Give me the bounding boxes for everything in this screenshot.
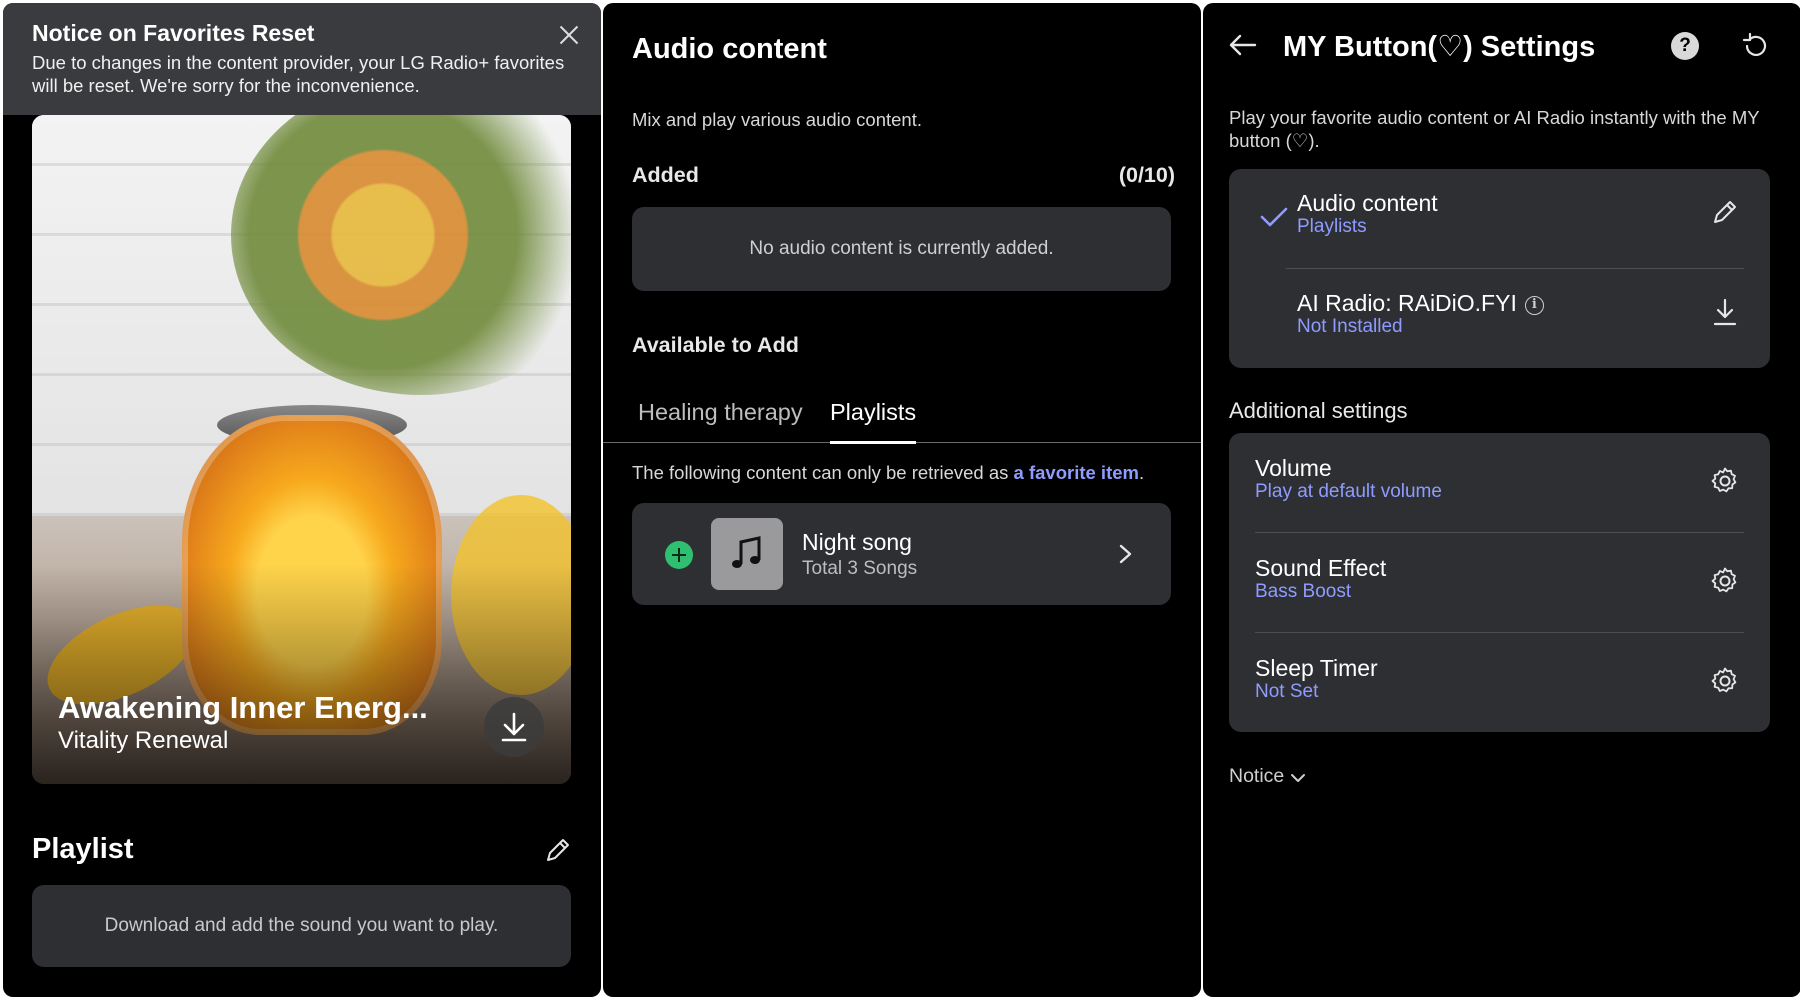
setting-sound-effect[interactable]: Sound Effect Bass Boost xyxy=(1229,533,1770,632)
info-icon[interactable]: i xyxy=(1524,296,1544,315)
source-option-audio-content[interactable]: Audio content Playlists xyxy=(1229,169,1770,268)
source-options-card: Audio content Playlists AI Radio: RAiDiO… xyxy=(1229,169,1770,368)
setting-subtitle: Not Set xyxy=(1255,681,1319,702)
favorite-info-text: The following content can only be retrie… xyxy=(632,462,1144,484)
additional-settings-card: Volume Play at default volume Sound Effe… xyxy=(1229,433,1770,732)
pencil-icon xyxy=(547,839,569,861)
source-option-ai-radio[interactable]: AI Radio: RAiDiO.FYI i Not Installed xyxy=(1229,269,1770,368)
playlist-song-count: Total 3 Songs xyxy=(802,558,918,579)
page-title: MY Button(♡) Settings xyxy=(1283,31,1596,63)
added-empty-state: No audio content is currently added. xyxy=(632,207,1171,291)
favorites-reset-notice: Notice on Favorites Reset Due to changes… xyxy=(3,3,601,115)
favorites-panel: Notice on Favorites Reset Due to changes… xyxy=(3,3,601,997)
featured-title: Awakening Inner Energ... xyxy=(58,690,428,725)
content-tabs: Healing therapy Playlists xyxy=(603,399,1201,444)
notice-toggle[interactable]: Notice xyxy=(1229,765,1306,788)
plus-circle-icon[interactable] xyxy=(665,541,693,569)
reset-icon[interactable] xyxy=(1741,31,1771,61)
edit-playlist-button[interactable] xyxy=(543,835,573,865)
check-icon xyxy=(1260,207,1288,227)
added-count: (0/10) xyxy=(1118,163,1175,187)
available-label: Available to Add xyxy=(632,333,799,357)
music-note-icon xyxy=(732,536,761,568)
download-icon xyxy=(501,712,527,742)
tab-playlists[interactable]: Playlists xyxy=(830,399,917,444)
download-button[interactable] xyxy=(484,697,544,757)
option-subtitle: Not Installed xyxy=(1297,316,1403,337)
added-label: Added xyxy=(632,163,699,187)
setting-title: Sound Effect xyxy=(1255,555,1387,581)
my-button-settings-panel: MY Button(♡) Settings ? Play your favori… xyxy=(1203,3,1800,997)
gear-icon[interactable] xyxy=(1710,466,1740,496)
setting-title: Volume xyxy=(1255,455,1332,481)
help-icon[interactable]: ? xyxy=(1671,32,1699,60)
option-subtitle: Playlists xyxy=(1297,216,1367,237)
info-suffix: . xyxy=(1138,462,1145,483)
setting-subtitle: Play at default volume xyxy=(1255,481,1442,502)
pencil-icon[interactable] xyxy=(1710,197,1740,227)
notice-title: Notice on Favorites Reset xyxy=(32,20,315,46)
playlist-empty-state: Download and add the sound you want to p… xyxy=(32,885,571,967)
page-description: Play your favorite audio content or AI R… xyxy=(1229,107,1760,151)
tab-healing-therapy[interactable]: Healing therapy xyxy=(638,399,803,443)
gear-icon[interactable] xyxy=(1710,666,1740,696)
back-arrow-icon[interactable] xyxy=(1228,33,1258,57)
favorite-item-link[interactable]: a favorite item xyxy=(1014,462,1139,483)
setting-subtitle: Bass Boost xyxy=(1255,581,1352,602)
close-icon[interactable] xyxy=(557,23,581,47)
option-title: AI Radio: RAiDiO.FYI i xyxy=(1297,290,1544,317)
ai-radio-title: AI Radio: RAiDiO.FYI xyxy=(1297,290,1517,316)
chevron-down-icon xyxy=(1291,774,1306,782)
gear-icon[interactable] xyxy=(1710,566,1740,596)
featured-subtitle: Vitality Renewal xyxy=(58,727,229,754)
audio-content-panel: Audio content Mix and play various audio… xyxy=(603,3,1201,997)
playlist-name: Night song xyxy=(802,529,912,555)
setting-volume[interactable]: Volume Play at default volume xyxy=(1229,433,1770,532)
page-title: Audio content xyxy=(632,33,827,65)
notice-label: Notice xyxy=(1229,765,1285,787)
notice-text: Due to changes in the content provider, … xyxy=(32,52,565,96)
playlist-artwork xyxy=(711,518,783,590)
additional-settings-label: Additional settings xyxy=(1229,398,1408,423)
list-item[interactable]: Night song Total 3 Songs xyxy=(632,503,1171,605)
featured-content-card[interactable]: Awakening Inner Energ... Vitality Renewa… xyxy=(32,115,571,784)
option-title: Audio content xyxy=(1297,190,1438,216)
info-prefix: The following content can only be retrie… xyxy=(632,462,1014,483)
download-icon[interactable] xyxy=(1710,297,1740,327)
playlist-heading: Playlist xyxy=(32,833,134,865)
page-description: Mix and play various audio content. xyxy=(632,109,923,130)
chevron-right-icon xyxy=(1119,544,1132,564)
setting-sleep-timer[interactable]: Sleep Timer Not Set xyxy=(1229,633,1770,732)
setting-title: Sleep Timer xyxy=(1255,655,1378,681)
